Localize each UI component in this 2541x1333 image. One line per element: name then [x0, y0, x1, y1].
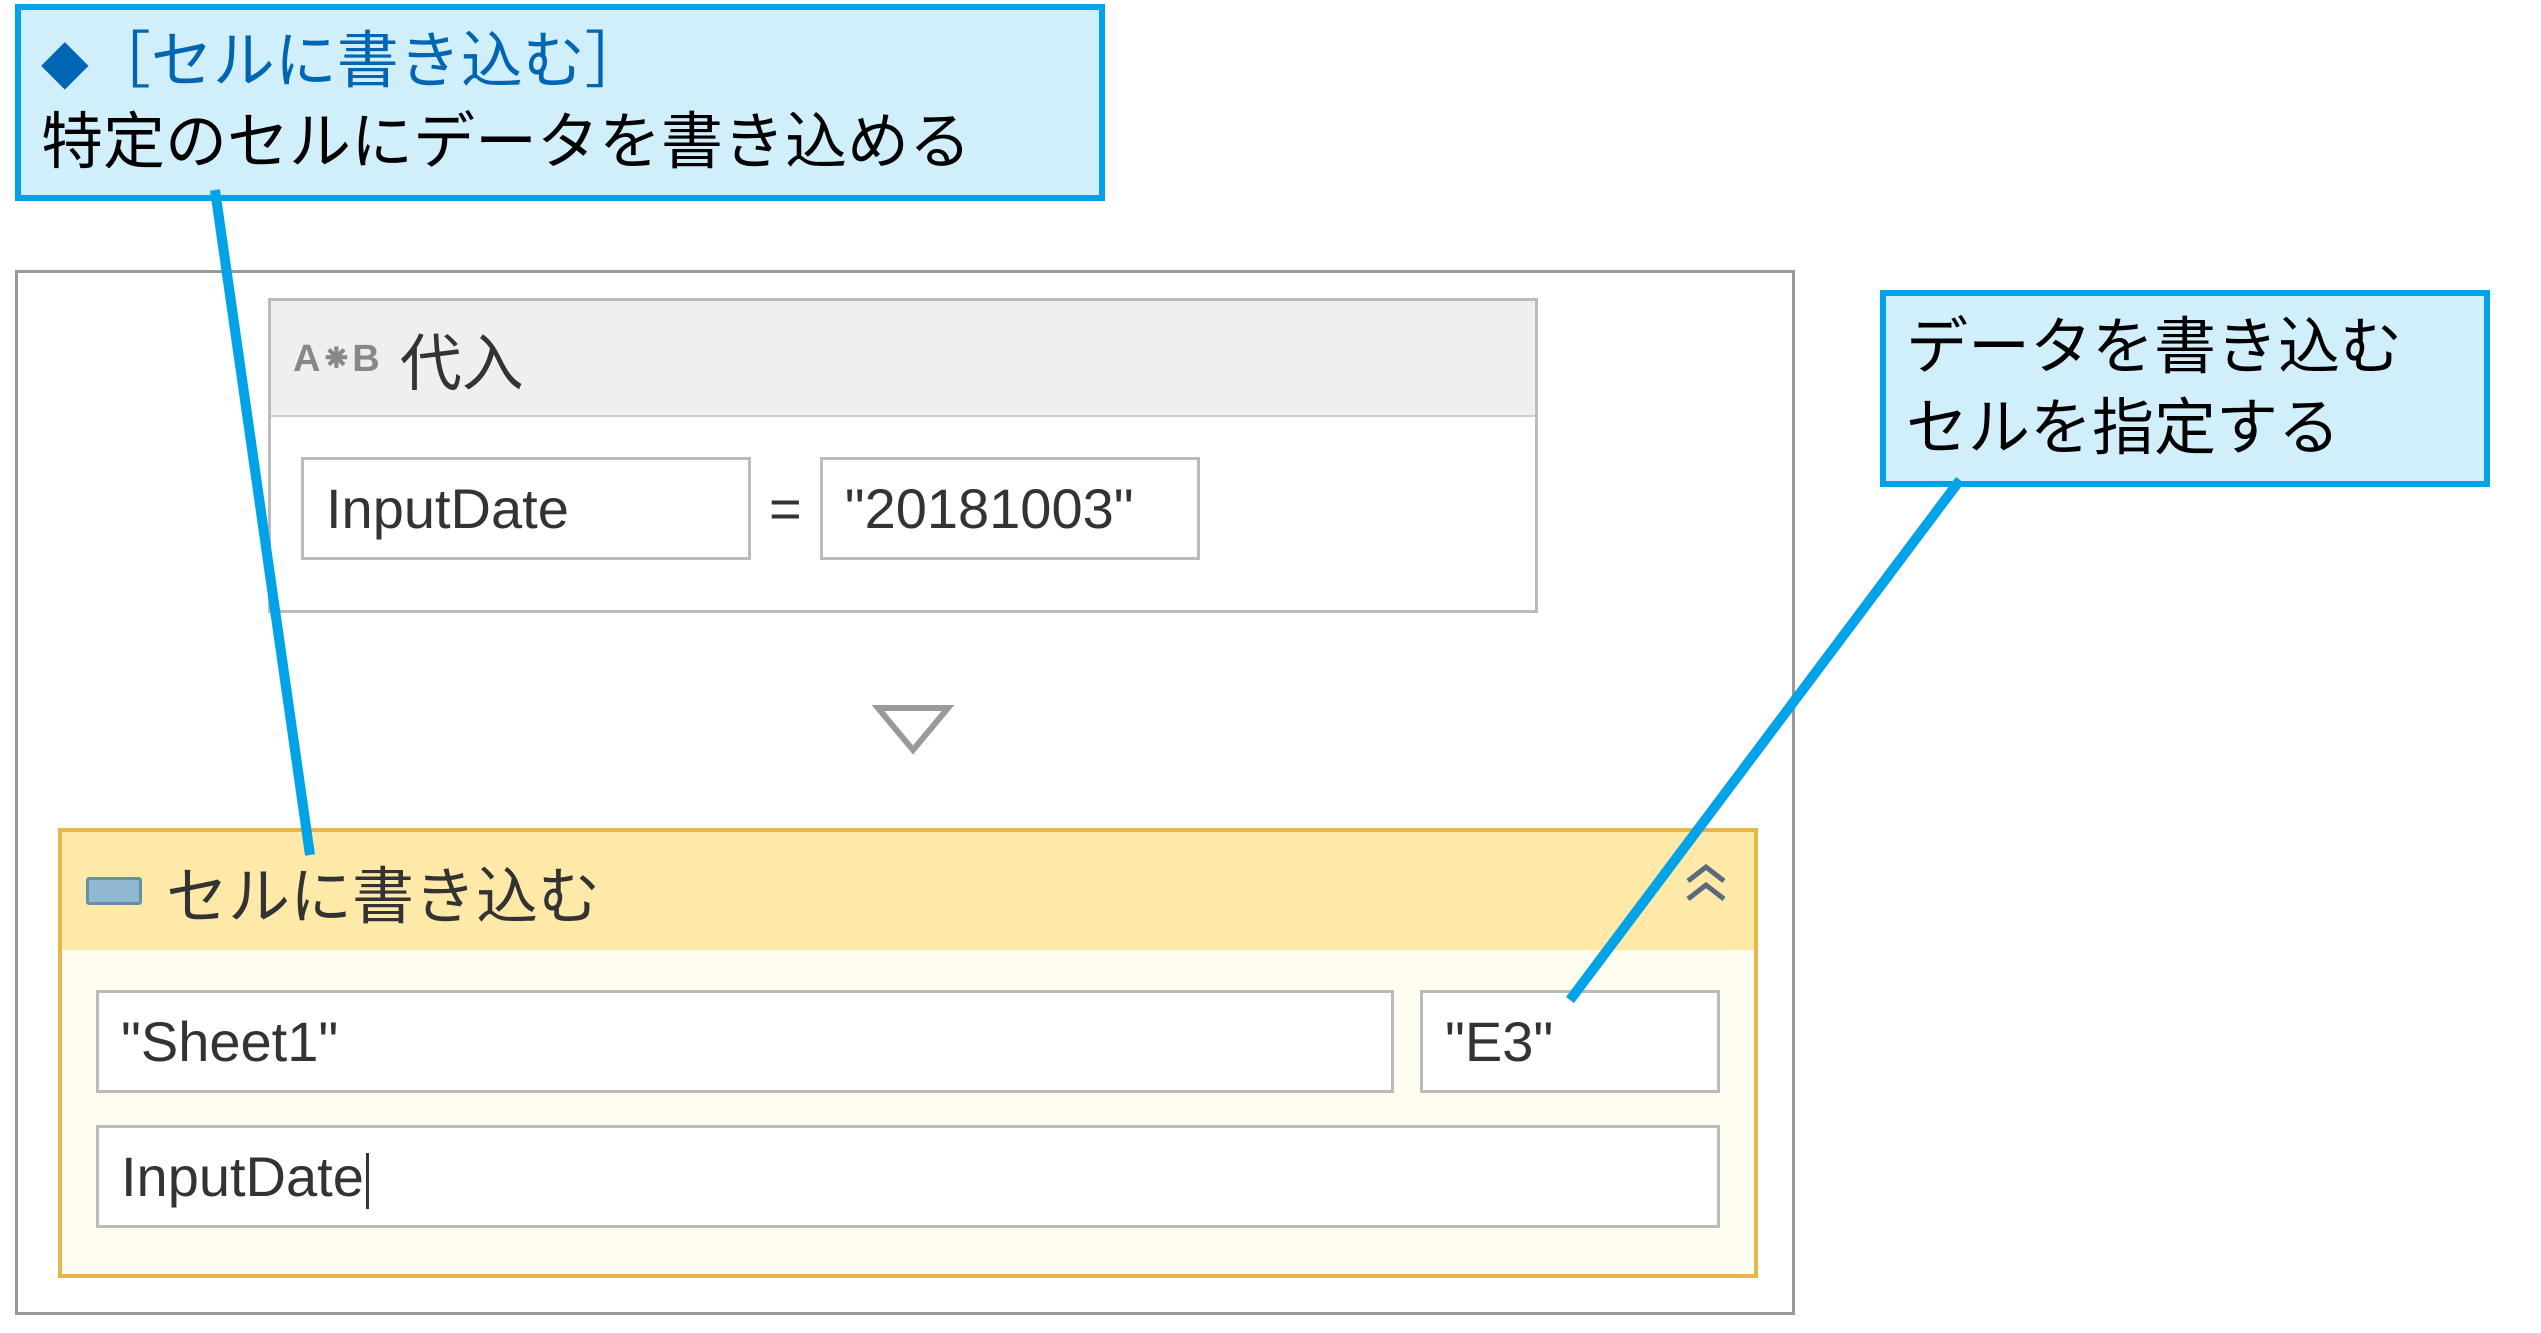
- callout-specify-cell: データを書き込む セルを指定する: [1880, 290, 2490, 487]
- assign-activity-body: InputDate = "20181003": [271, 417, 1535, 610]
- assign-activity[interactable]: A⁕B 代入 InputDate = "20181003": [268, 298, 1538, 613]
- write-cell-activity[interactable]: セルに書き込む "Sheet1" "E3" InputDate: [58, 828, 1758, 1278]
- assign-equals-label: =: [763, 476, 808, 541]
- write-cell-title: セルに書き込む: [166, 846, 600, 936]
- sheet-name-field[interactable]: "Sheet1": [96, 990, 1394, 1093]
- cell-value-field[interactable]: InputDate: [96, 1125, 1720, 1228]
- callout-right-line1: データを書き込む: [1906, 308, 2464, 389]
- callout-diamond-icon: ◆: [41, 27, 89, 96]
- collapse-icon[interactable]: [1682, 861, 1730, 921]
- callout-body: 特定のセルにデータを書き込める: [41, 103, 1079, 184]
- callout-right-line2: セルを指定する: [1906, 389, 2464, 470]
- cell-reference-field[interactable]: "E3": [1420, 990, 1720, 1093]
- callout-write-cell-description: ◆［セルに書き込む］ 特定のセルにデータを書き込める: [15, 4, 1105, 201]
- callout-heading: ［セルに書き込む］: [89, 27, 647, 96]
- assign-value-field[interactable]: "20181003": [820, 457, 1200, 560]
- write-cell-body: "Sheet1" "E3" InputDate: [62, 950, 1754, 1274]
- assign-activity-title: 代入: [400, 313, 524, 403]
- assign-icon: A⁕B: [293, 336, 380, 381]
- flow-arrow-icon: [868, 688, 958, 768]
- write-cell-icon: [86, 877, 142, 905]
- write-cell-header: セルに書き込む: [62, 832, 1754, 950]
- assign-to-field[interactable]: InputDate: [301, 457, 751, 560]
- assign-activity-header: A⁕B 代入: [271, 301, 1535, 417]
- workflow-panel: A⁕B 代入 InputDate = "20181003" セルに書き込む: [15, 270, 1795, 1315]
